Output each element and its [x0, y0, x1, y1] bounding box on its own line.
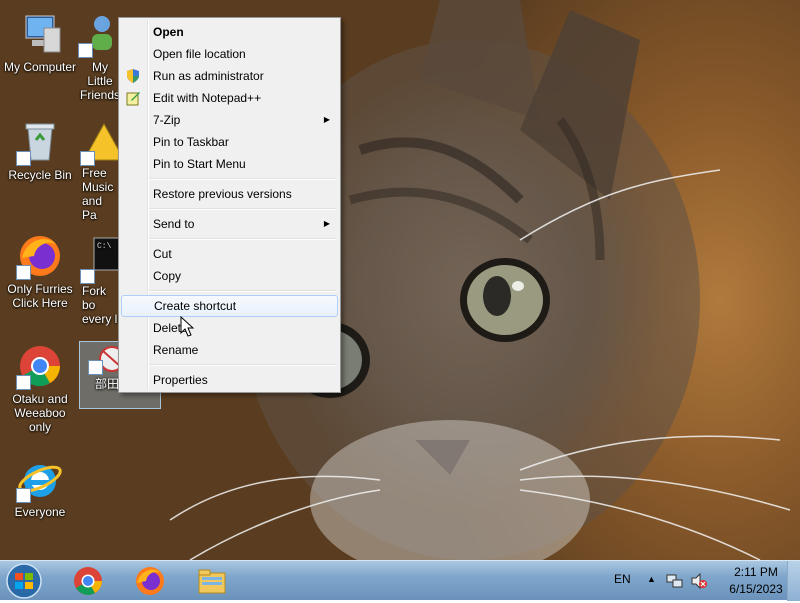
menu-item-open-file-location[interactable]: Open file location: [121, 43, 338, 65]
mouse-cursor-icon: [180, 316, 194, 337]
menu-item-label: Open file location: [153, 47, 246, 61]
menu-item-pin-to-start-menu[interactable]: Pin to Start Menu: [121, 153, 338, 175]
notification-area: EN ▲ 2:11 PM 6/15/2023: [600, 561, 800, 601]
menu-item-label: Copy: [153, 269, 182, 283]
menu-item-label: Pin to Start Menu: [153, 157, 246, 171]
desktop-icon-everyone[interactable]: Everyone: [1, 455, 79, 519]
volume-muted-icon[interactable]: [690, 572, 708, 590]
shortcut-arrow-icon: [16, 375, 31, 390]
shortcut-arrow-icon: [88, 360, 103, 375]
menu-item-rename[interactable]: Rename: [121, 339, 338, 361]
desktop-icon-label: Free Music and Pa: [82, 166, 114, 222]
desktop-icon-label: My Little Friends: [80, 60, 121, 102]
firefox-icon: [136, 567, 164, 595]
file-explorer-icon: [198, 569, 226, 594]
menu-item-send-to[interactable]: Send to ▶: [121, 213, 338, 235]
desktop-icon-fork-bomb[interactable]: C:\ Fork bo every l: [80, 236, 122, 326]
desktop-icon-label: Fork bo every l: [82, 284, 118, 326]
menu-separator: [149, 364, 336, 366]
network-icon[interactable]: [666, 572, 684, 590]
context-menu: Open Open file location Run as administr…: [118, 17, 341, 393]
menu-item-restore-previous-versions[interactable]: Restore previous versions: [121, 183, 338, 205]
notepadpp-icon: [126, 92, 140, 106]
desktop-icon-label: Otaku and Weeaboo only: [12, 392, 68, 434]
shortcut-arrow-icon: [80, 151, 95, 166]
desktop-icon-free-music[interactable]: Free Music and Pa: [80, 118, 122, 222]
internet-explorer-icon: [16, 455, 64, 503]
show-desktop-button[interactable]: [787, 561, 800, 601]
clock-time[interactable]: 2:11 PM: [726, 565, 786, 579]
menu-item-copy[interactable]: Copy: [121, 265, 338, 287]
desktop-icon-otaku[interactable]: Otaku and Weeaboo only: [1, 342, 79, 434]
desktop-icon-label: Recycle Bin: [8, 168, 72, 182]
shortcut-arrow-icon: [78, 43, 93, 58]
start-button[interactable]: [4, 562, 44, 600]
recycle-bin-icon: [16, 118, 64, 166]
taskbar-file-explorer-button[interactable]: [188, 563, 236, 599]
menu-item-label: Properties: [153, 373, 208, 387]
chrome-icon: [74, 567, 102, 595]
desktop-icon-my-computer[interactable]: My Computer: [1, 10, 79, 74]
menu-item-label: Cut: [153, 247, 172, 261]
menu-item-label: Pin to Taskbar: [153, 135, 229, 149]
desktop-icon-label: Only Furries Click Here: [7, 282, 73, 310]
menu-item-label: Open: [153, 25, 184, 39]
menu-separator: [149, 208, 336, 210]
desktop-icon-label: Everyone: [14, 505, 66, 519]
shortcut-arrow-icon: [16, 151, 31, 166]
shortcut-arrow-icon: [16, 488, 31, 503]
show-hidden-icons-button[interactable]: ▲: [647, 574, 656, 584]
desktop-icon-only-furries[interactable]: Only Furries Click Here: [1, 232, 79, 310]
menu-item-delete[interactable]: Delete: [121, 317, 338, 339]
language-indicator[interactable]: EN: [614, 572, 631, 586]
firefox-icon: [16, 232, 64, 280]
taskbar: EN ▲ 2:11 PM 6/15/2023: [0, 560, 800, 601]
menu-separator: [149, 238, 336, 240]
desktop-icon-label: My Computer: [3, 60, 77, 74]
submenu-arrow-icon: ▶: [323, 219, 330, 228]
menu-item-properties[interactable]: Properties: [121, 369, 338, 391]
shortcut-arrow-icon: [16, 265, 31, 280]
menu-separator: [149, 178, 336, 180]
menu-item-open[interactable]: Open: [121, 21, 338, 43]
menu-item-label: 7-Zip: [153, 113, 181, 127]
uac-shield-icon: [127, 69, 139, 83]
desktop-icon-recycle-bin[interactable]: Recycle Bin: [1, 118, 79, 182]
menu-item-label: Edit with Notepad++: [153, 91, 262, 105]
menu-item-edit-with-notepadpp[interactable]: Edit with Notepad++: [121, 87, 338, 109]
menu-item-run-as-administrator[interactable]: Run as administrator: [121, 65, 338, 87]
menu-item-cut[interactable]: Cut: [121, 243, 338, 265]
svg-text:C:\: C:\: [97, 242, 112, 251]
computer-icon: [16, 10, 64, 58]
warning-icon: [80, 118, 122, 166]
desktop-icon-my-little-friends[interactable]: My Little Friends: [78, 10, 122, 102]
menu-item-label: Rename: [153, 343, 199, 357]
menu-item-label: Send to: [153, 217, 195, 231]
menu-separator: [149, 290, 336, 292]
menu-item-pin-to-taskbar[interactable]: Pin to Taskbar: [121, 131, 338, 153]
menu-item-label: Create shortcut: [154, 299, 237, 313]
chrome-icon: [16, 342, 64, 390]
taskbar-chrome-button[interactable]: [64, 563, 112, 599]
menu-item-label: Restore previous versions: [153, 187, 292, 201]
cmd-icon: C:\: [80, 236, 122, 284]
windows-logo-icon: [6, 563, 42, 599]
submenu-arrow-icon: ▶: [323, 115, 330, 124]
taskbar-firefox-button[interactable]: [126, 563, 174, 599]
menu-item-create-shortcut[interactable]: Create shortcut: [121, 295, 338, 317]
users-icon: [78, 10, 122, 58]
menu-item-7-zip[interactable]: 7-Zip ▶: [121, 109, 338, 131]
menu-item-label: Run as administrator: [153, 69, 264, 83]
shortcut-arrow-icon: [80, 269, 95, 284]
clock-date[interactable]: 6/15/2023: [722, 582, 790, 596]
